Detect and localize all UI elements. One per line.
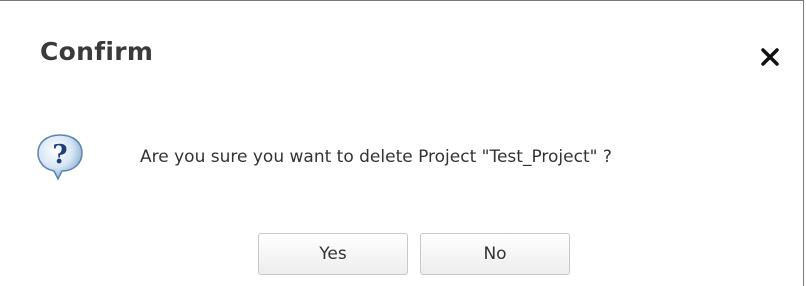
confirm-dialog: Confirm ? Are you sure you want to delet… xyxy=(0,0,804,286)
yes-button[interactable]: Yes xyxy=(258,233,408,275)
no-button[interactable]: No xyxy=(420,233,570,275)
close-icon[interactable] xyxy=(758,45,782,69)
dialog-title: Confirm xyxy=(40,37,154,66)
svg-text:?: ? xyxy=(52,140,67,170)
question-icon: ? xyxy=(34,131,86,183)
confirm-message: Are you sure you want to delete Project … xyxy=(140,147,612,167)
